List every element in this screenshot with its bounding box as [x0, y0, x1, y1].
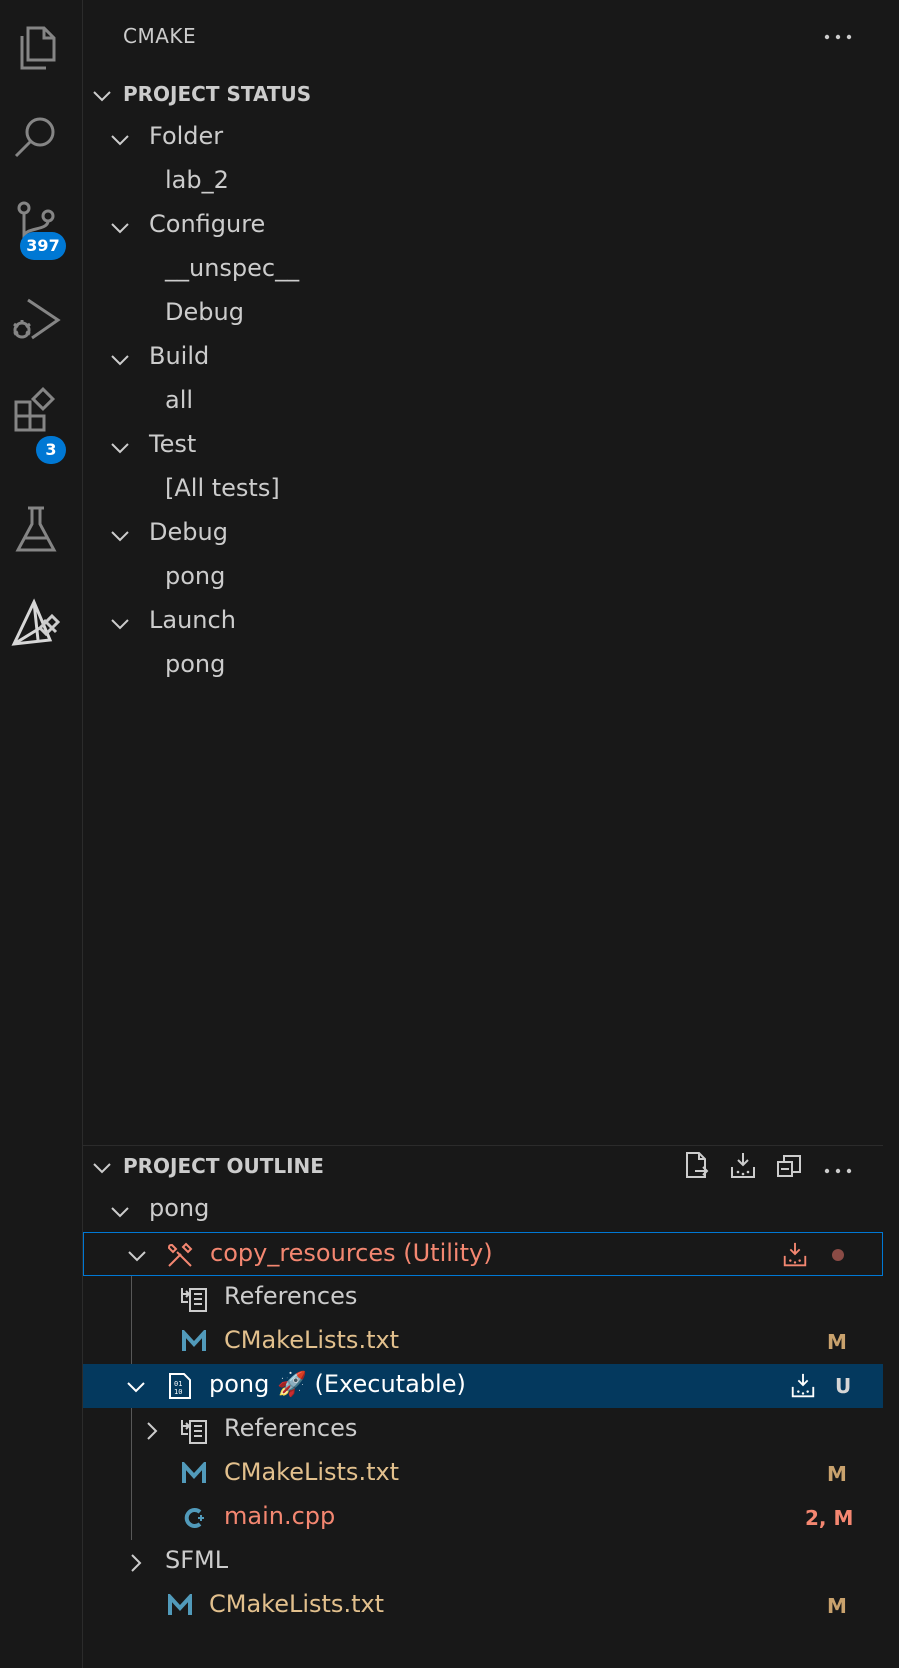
status-group-folder[interactable]: Folder [83, 116, 883, 160]
run-debug-icon[interactable] [10, 294, 62, 346]
status-group-launch[interactable]: Launch [83, 600, 883, 644]
references-icon [181, 1420, 207, 1444]
outline-project-label: pong [149, 1194, 210, 1222]
outline-file-label: main.cpp [224, 1502, 336, 1530]
status-item-folder-name[interactable]: lab_2 [83, 160, 883, 204]
outline-more-actions-icon[interactable] [823, 1166, 853, 1176]
markdown-m-icon [182, 1462, 206, 1483]
outline-cmakelists-pong[interactable]: CMakeLists.txt M [83, 1452, 883, 1496]
outline-file-label: CMakeLists.txt [224, 1458, 400, 1486]
status-item-label: pong [165, 562, 226, 590]
status-item-kit[interactable]: __unspec__ [83, 248, 883, 292]
project-outline-label: PROJECT OUTLINE [123, 1154, 324, 1178]
status-item-label: Debug [165, 298, 244, 326]
outline-references-copy[interactable]: References [83, 1276, 883, 1320]
cpp-file-icon [184, 1508, 204, 1528]
status-item-label: all [165, 386, 194, 414]
status-item-label: pong [165, 650, 226, 678]
extensions-badge: 3 [36, 436, 66, 464]
problem-status-badge: 2, M [805, 1506, 854, 1530]
svg-text:10: 10 [174, 1388, 182, 1396]
sidebar-title: CMAKE [123, 24, 197, 48]
chevron-down-icon [111, 135, 129, 146]
outline-main-cpp[interactable]: main.cpp 2, M [83, 1496, 883, 1540]
chevron-right-icon [131, 1554, 142, 1572]
scrollbar-gutter [883, 0, 899, 1668]
chevron-down-icon [111, 531, 129, 542]
outline-references-label: References [224, 1282, 358, 1310]
chevron-down-icon [93, 1163, 111, 1174]
markdown-m-icon [168, 1594, 192, 1615]
activity-bar: 397 3 [0, 0, 83, 1668]
status-group-build[interactable]: Build [83, 336, 883, 380]
status-group-test[interactable]: Test [83, 424, 883, 468]
outline-references-label: References [224, 1414, 358, 1442]
build-target-icon[interactable] [781, 1241, 809, 1269]
status-group-label: Build [149, 342, 210, 370]
explorer-icon[interactable] [10, 22, 62, 74]
more-actions-icon[interactable] [823, 32, 853, 42]
cmake-sidebar: CMAKE PROJECT STATUS Folder lab_2 Config… [83, 0, 883, 1668]
extensions-icon[interactable] [10, 386, 62, 438]
outline-target-label: pong 🚀 (Executable) [209, 1370, 466, 1398]
project-status-header[interactable]: PROJECT STATUS [83, 74, 883, 114]
status-group-label: Folder [149, 122, 224, 150]
edit-cache-icon[interactable] [681, 1151, 711, 1181]
build-target-icon[interactable] [789, 1372, 817, 1400]
chevron-down-icon [111, 1207, 129, 1218]
status-item-label: __unspec__ [165, 254, 300, 282]
status-item-tests[interactable]: [All tests] [83, 468, 883, 512]
outline-file-label: CMakeLists.txt [224, 1326, 400, 1354]
problem-dot-icon [832, 1249, 844, 1261]
chevron-down-icon [111, 355, 129, 366]
project-status-label: PROJECT STATUS [123, 82, 312, 106]
outline-project-pong[interactable]: pong [83, 1188, 883, 1232]
source-control-badge: 397 [20, 232, 66, 260]
search-icon[interactable] [10, 110, 62, 162]
status-item-launch-target[interactable]: pong [83, 644, 883, 688]
chevron-down-icon [93, 91, 111, 102]
status-item-variant[interactable]: Debug [83, 292, 883, 336]
status-group-debug[interactable]: Debug [83, 512, 883, 556]
chevron-down-icon [111, 443, 129, 454]
chevron-down-icon [127, 1382, 145, 1393]
outline-target-label: copy_resources (Utility) [210, 1239, 493, 1267]
git-status-badge: M [827, 1594, 847, 1618]
chevron-down-icon [111, 619, 129, 630]
status-group-label: Test [149, 430, 197, 458]
git-status-badge: M [827, 1330, 847, 1354]
outline-target-pong[interactable]: 01 10 pong 🚀 (Executable) U [83, 1364, 883, 1408]
git-status-badge: M [827, 1462, 847, 1486]
testing-icon[interactable] [10, 504, 62, 556]
git-status-badge: U [835, 1374, 852, 1398]
markdown-m-icon [182, 1330, 206, 1351]
outline-file-label: CMakeLists.txt [209, 1590, 385, 1618]
chevron-down-icon [111, 223, 129, 234]
status-item-build-target[interactable]: all [83, 380, 883, 424]
outline-root-cmakelists[interactable]: CMakeLists.txt M [83, 1584, 883, 1628]
outline-sfml[interactable]: SFML [83, 1540, 883, 1584]
outline-target-copy-resources[interactable]: copy_resources (Utility) [83, 1232, 883, 1276]
outline-folder-label: SFML [165, 1546, 229, 1574]
status-group-configure[interactable]: Configure [83, 204, 883, 248]
outline-cmakelists-copy[interactable]: CMakeLists.txt M [83, 1320, 883, 1364]
svg-text:01: 01 [174, 1380, 182, 1388]
tools-icon [167, 1242, 193, 1267]
status-item-label: [All tests] [165, 474, 280, 502]
cmake-icon[interactable] [10, 598, 62, 650]
outline-references-pong[interactable]: References [83, 1408, 883, 1452]
collapse-all-icon[interactable] [775, 1151, 805, 1181]
references-icon [181, 1288, 207, 1312]
chevron-right-icon [147, 1422, 158, 1440]
status-group-label: Debug [149, 518, 228, 546]
project-outline-header[interactable]: PROJECT OUTLINE [83, 1146, 883, 1186]
build-all-icon[interactable] [728, 1151, 758, 1181]
status-item-label: lab_2 [165, 166, 229, 194]
status-item-debug-target[interactable]: pong [83, 556, 883, 600]
binary-file-icon: 01 10 [169, 1373, 191, 1399]
status-group-label: Configure [149, 210, 266, 238]
status-group-label: Launch [149, 606, 236, 634]
chevron-down-icon [128, 1251, 146, 1262]
